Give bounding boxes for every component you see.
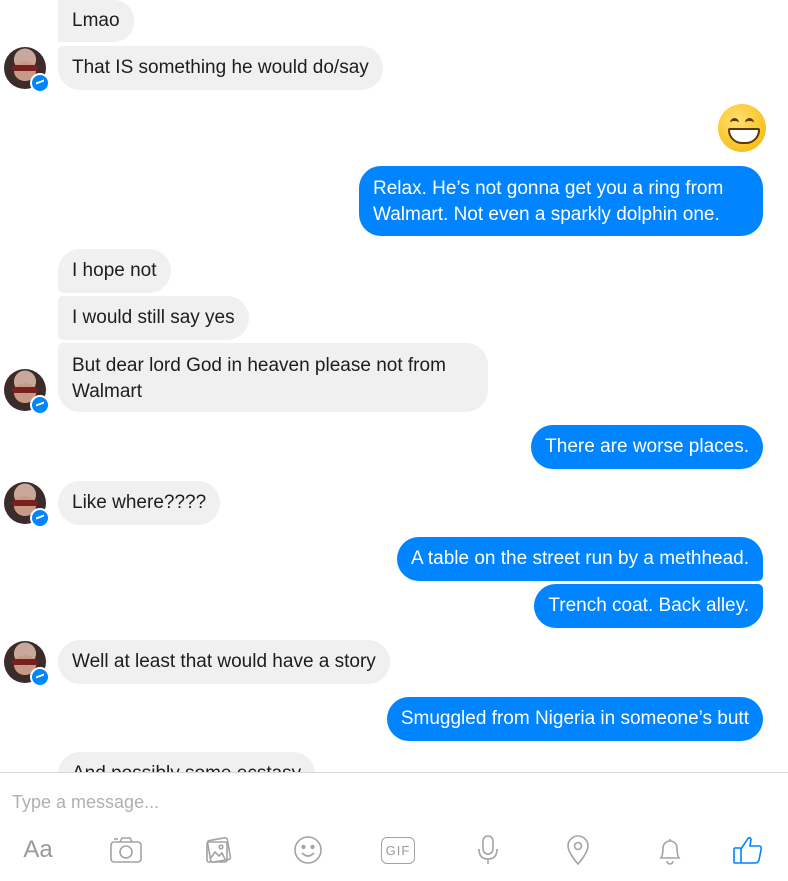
contact-avatar[interactable]: [4, 641, 50, 687]
contact-avatar[interactable]: [4, 482, 50, 528]
location-pin-icon[interactable]: [558, 832, 598, 868]
thumbs-up-icon[interactable]: [728, 832, 768, 868]
messenger-badge-icon: [30, 508, 50, 528]
contact-avatar[interactable]: [4, 369, 50, 415]
message-input[interactable]: [12, 788, 712, 816]
message-bubble-incoming[interactable]: And possibly some ecstasy: [58, 752, 316, 772]
message-text: Lmao: [72, 10, 120, 31]
messenger-badge-icon: [30, 395, 50, 415]
gif-label: GIF: [380, 836, 416, 864]
message-bubble-incoming[interactable]: That IS something he would do/say: [58, 46, 383, 90]
aa-icon[interactable]: Aa: [18, 832, 58, 868]
message-bubble-incoming[interactable]: I would still say yes: [58, 296, 249, 340]
message-text: I would still say yes: [72, 307, 235, 328]
gif-icon[interactable]: GIF: [378, 832, 418, 868]
message-bubble-incoming[interactable]: Lmao: [58, 0, 134, 42]
message-bubble-outgoing[interactable]: Relax. He’s not gonna get you a ring fro…: [359, 166, 763, 236]
bell-icon[interactable]: [650, 832, 690, 868]
composer-divider: [0, 772, 788, 773]
message-bubble-outgoing[interactable]: A table on the street run by a methhead.: [396, 537, 763, 581]
message-text: That IS something he would do/say: [72, 57, 369, 78]
camera-icon[interactable]: [106, 832, 146, 868]
microphone-icon[interactable]: [468, 832, 508, 868]
message-bubble-incoming[interactable]: Like where????: [58, 481, 221, 525]
message-text: I hope not: [72, 260, 157, 281]
smiley-icon[interactable]: [288, 832, 328, 868]
message-bubble-outgoing[interactable]: Trench coat. Back alley.: [534, 584, 763, 628]
message-text: Trench coat. Back alley.: [548, 595, 749, 616]
messenger-badge-icon: [30, 73, 50, 93]
photo-gallery-icon[interactable]: [198, 832, 238, 868]
message-text: And possibly some ecstasy: [72, 761, 301, 772]
message-bubble-incoming[interactable]: I hope not: [58, 249, 171, 293]
message-text: Well at least that would have a story: [72, 651, 376, 672]
grinning-emoji-icon[interactable]: [718, 104, 766, 152]
messenger-badge-icon: [30, 667, 50, 687]
contact-avatar[interactable]: [4, 47, 50, 93]
message-text: Smuggled from Nigeria in someone’s butt: [400, 708, 749, 729]
message-bubble-incoming[interactable]: But dear lord God in heaven please not f…: [58, 343, 488, 412]
message-bubble-outgoing[interactable]: There are worse places.: [531, 425, 763, 469]
message-text: There are worse places.: [545, 436, 749, 457]
message-text: Like where????: [72, 492, 207, 513]
aa-label: Aa: [23, 836, 53, 863]
message-text: Relax. He’s not gonna get you a ring fro…: [373, 178, 724, 225]
message-text: But dear lord God in heaven please not f…: [72, 355, 446, 402]
message-thread[interactable]: Lmao That IS something he would do/say R…: [0, 0, 788, 772]
message-text: A table on the street run by a methhead.: [410, 548, 749, 569]
message-bubble-incoming[interactable]: Well at least that would have a story: [58, 640, 390, 684]
message-bubble-outgoing[interactable]: Smuggled from Nigeria in someone’s butt: [386, 697, 763, 741]
